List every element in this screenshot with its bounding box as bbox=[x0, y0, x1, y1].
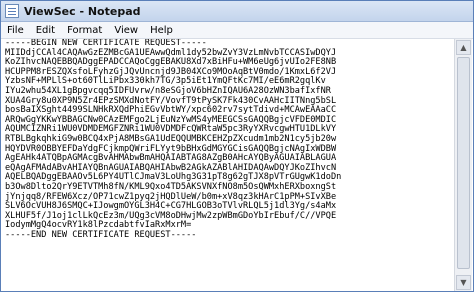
menu-edit[interactable]: Edit bbox=[30, 25, 61, 36]
scroll-thumb[interactable] bbox=[457, 57, 470, 269]
menu-view[interactable]: View bbox=[108, 25, 144, 36]
scroll-up-icon[interactable]: ▲ bbox=[456, 40, 471, 55]
scroll-down-icon[interactable]: ▼ bbox=[456, 275, 471, 290]
menu-file[interactable]: File bbox=[1, 25, 30, 36]
vertical-scrollbar[interactable]: ▲ ▼ bbox=[454, 39, 472, 291]
title-bar[interactable]: ViewSec - Notepad bbox=[1, 1, 473, 22]
notepad-icon bbox=[5, 4, 19, 18]
window-title: ViewSec - Notepad bbox=[24, 4, 141, 18]
text-line: -----END NEW CERTIFICATE REQUEST----- bbox=[5, 229, 197, 240]
menu-help[interactable]: Help bbox=[144, 25, 179, 36]
notepad-window: ViewSec - Notepad File Edit Format View … bbox=[0, 0, 474, 292]
text-editor[interactable]: -----BEGIN NEW CERTIFICATE REQUEST----- M… bbox=[2, 39, 456, 291]
menu-format[interactable]: Format bbox=[61, 25, 108, 36]
menu-bar: File Edit Format View Help bbox=[1, 22, 473, 39]
